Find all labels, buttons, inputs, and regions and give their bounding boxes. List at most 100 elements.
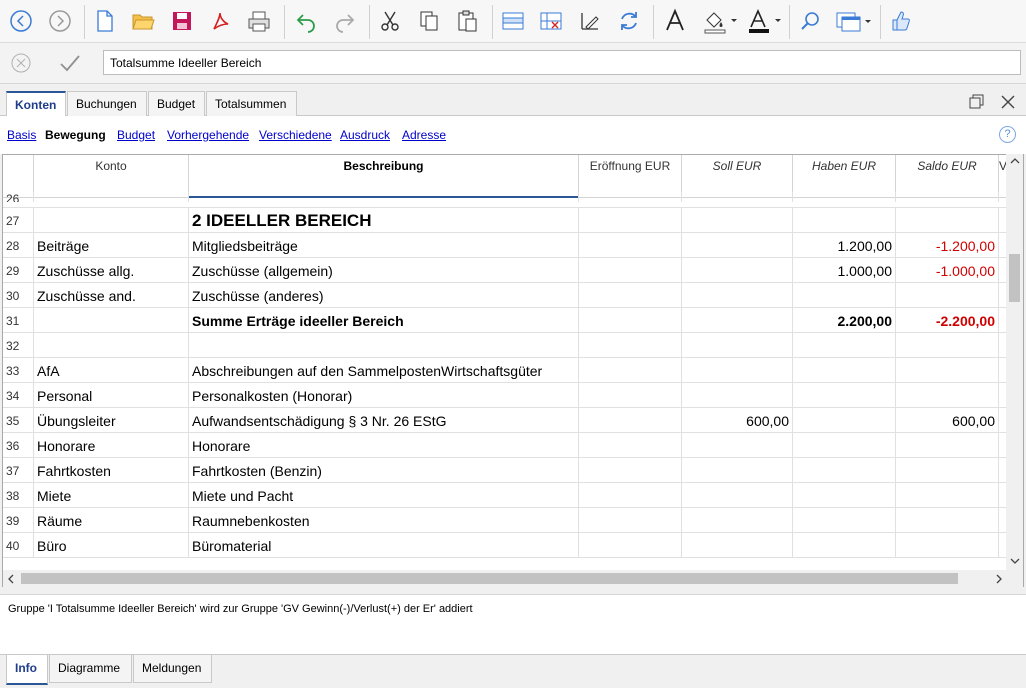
- cell-saldo[interactable]: [896, 333, 999, 358]
- cell-haben[interactable]: [793, 508, 896, 533]
- horizontal-scroll-thumb[interactable]: [21, 573, 958, 584]
- cell-soll[interactable]: [682, 483, 793, 508]
- text-color-icon[interactable]: [744, 6, 784, 36]
- cell-edit-input[interactable]: Totalsumme Ideeller Bereich: [103, 50, 1021, 75]
- cell-beschreibung[interactable]: Raumnebenkosten: [189, 508, 579, 533]
- pdf-icon[interactable]: [205, 6, 235, 36]
- table-row[interactable]: 34 Personal Personalkosten (Honorar): [3, 383, 1007, 408]
- cell-beschreibung[interactable]: [189, 333, 579, 358]
- cell-haben[interactable]: 1.200,00: [793, 233, 896, 258]
- cell-eroeffnung[interactable]: [579, 508, 682, 533]
- cell-soll[interactable]: [682, 533, 793, 558]
- cell-beschreibung[interactable]: Summe Erträge ideeller Bereich: [189, 308, 579, 333]
- view-budget[interactable]: Budget: [117, 128, 155, 142]
- table-row[interactable]: 27 2 IDEELLER BEREICH: [3, 208, 1007, 233]
- search-icon[interactable]: [795, 6, 825, 36]
- fill-color-icon[interactable]: [700, 6, 740, 36]
- cell-beschreibung[interactable]: 2 IDEELLER BEREICH: [189, 208, 579, 233]
- save-icon[interactable]: [167, 6, 197, 36]
- back-icon[interactable]: [6, 6, 36, 36]
- table-row[interactable]: 37 Fahrtkosten Fahrtkosten (Benzin): [3, 458, 1007, 483]
- cancel-edit-icon[interactable]: [10, 52, 32, 77]
- cell-beschreibung[interactable]: Zuschüsse (anderes): [189, 283, 579, 308]
- cell-beschreibung[interactable]: Aufwandsentschädigung § 3 Nr. 26 EStG: [189, 408, 579, 433]
- cell-haben[interactable]: [793, 408, 896, 433]
- cell-saldo[interactable]: -1.000,00: [896, 258, 999, 283]
- view-vorhergehende[interactable]: Vorhergehende: [167, 128, 249, 142]
- tab-konten[interactable]: Konten: [6, 91, 66, 117]
- cell-eroeffnung[interactable]: [579, 233, 682, 258]
- cell-konto[interactable]: Beiträge: [34, 233, 189, 258]
- cell-eroeffnung[interactable]: [579, 208, 682, 233]
- window-icon[interactable]: [834, 6, 874, 36]
- undo-icon[interactable]: [291, 6, 321, 36]
- tab-diagramme[interactable]: Diagramme: [49, 655, 132, 683]
- cell-saldo[interactable]: [896, 508, 999, 533]
- cell-eroeffnung[interactable]: [579, 533, 682, 558]
- cell-eroeffnung[interactable]: [579, 358, 682, 383]
- cell-soll[interactable]: [682, 358, 793, 383]
- table-row[interactable]: 28 Beiträge Mitgliedsbeiträge 1.200,00 -1.20…: [3, 233, 1007, 258]
- cell-konto[interactable]: AfA: [34, 358, 189, 383]
- cell-konto[interactable]: [34, 308, 189, 333]
- cell-konto[interactable]: [34, 333, 189, 358]
- edit-icon[interactable]: [575, 6, 605, 36]
- cell-saldo[interactable]: [896, 433, 999, 458]
- table-row[interactable]: 39 Räume Raumnebenkosten: [3, 508, 1007, 533]
- cell-eroeffnung[interactable]: [579, 333, 682, 358]
- cell-konto[interactable]: [34, 208, 189, 233]
- cell-konto[interactable]: Personal: [34, 383, 189, 408]
- cell-beschreibung[interactable]: Honorare: [189, 433, 579, 458]
- cell-saldo[interactable]: [896, 483, 999, 508]
- cell-konto[interactable]: Zuschüsse allg.: [34, 258, 189, 283]
- copy-icon[interactable]: [414, 6, 444, 36]
- table-row[interactable]: 26: [3, 192, 1007, 208]
- table-row[interactable]: 29 Zuschüsse allg. Zuschüsse (allgemein) 1.…: [3, 258, 1007, 283]
- cell-saldo[interactable]: -2.200,00: [896, 308, 999, 333]
- cell-haben[interactable]: [793, 433, 896, 458]
- view-ausdruck[interactable]: Ausdruck: [340, 128, 390, 142]
- paste-icon[interactable]: [452, 6, 482, 36]
- cell-soll[interactable]: [682, 308, 793, 333]
- table-row[interactable]: 31 Summe Erträge ideeller Bereich 2.200,00…: [3, 308, 1007, 333]
- cell-eroeffnung[interactable]: [579, 283, 682, 308]
- cell-haben[interactable]: [793, 358, 896, 383]
- cell-haben[interactable]: [793, 208, 896, 233]
- thumbs-up-icon[interactable]: [886, 6, 916, 36]
- cell-soll[interactable]: [682, 333, 793, 358]
- insert-row-icon[interactable]: [498, 6, 528, 36]
- cell-haben[interactable]: 2.200,00: [793, 308, 896, 333]
- cell-konto[interactable]: Übungsleiter: [34, 408, 189, 433]
- cell-saldo[interactable]: [896, 283, 999, 308]
- confirm-edit-icon[interactable]: [58, 52, 82, 77]
- cell-soll[interactable]: [682, 233, 793, 258]
- cell-haben[interactable]: [793, 192, 896, 202]
- cell-eroeffnung[interactable]: [579, 483, 682, 508]
- cell-saldo[interactable]: -1.200,00: [896, 233, 999, 258]
- cell-konto[interactable]: Honorare: [34, 433, 189, 458]
- cell-konto[interactable]: [34, 192, 189, 202]
- redo-icon[interactable]: [330, 6, 360, 36]
- cell-eroeffnung[interactable]: [579, 458, 682, 483]
- cell-beschreibung[interactable]: [189, 192, 579, 202]
- cell-beschreibung[interactable]: Abschreibungen auf den SammelpostenWirts…: [189, 358, 579, 383]
- table-row[interactable]: 36 Honorare Honorare: [3, 433, 1007, 458]
- cell-eroeffnung[interactable]: [579, 383, 682, 408]
- font-icon[interactable]: [660, 6, 690, 36]
- cell-soll[interactable]: [682, 458, 793, 483]
- cell-haben[interactable]: [793, 383, 896, 408]
- tab-info[interactable]: Info: [6, 655, 48, 685]
- tab-budget[interactable]: Budget: [148, 91, 205, 116]
- cell-haben[interactable]: [793, 458, 896, 483]
- horizontal-scrollbar[interactable]: [3, 570, 1023, 587]
- cell-konto[interactable]: Fahrtkosten: [34, 458, 189, 483]
- cell-beschreibung[interactable]: Fahrtkosten (Benzin): [189, 458, 579, 483]
- forward-icon[interactable]: [45, 6, 75, 36]
- open-folder-icon[interactable]: [128, 6, 158, 36]
- view-verschiedene[interactable]: Verschiedene: [259, 128, 332, 142]
- view-bewegung[interactable]: Bewegung: [45, 128, 106, 142]
- cell-eroeffnung[interactable]: [579, 258, 682, 283]
- cell-haben[interactable]: 1.000,00: [793, 258, 896, 283]
- cell-konto[interactable]: Zuschüsse and.: [34, 283, 189, 308]
- cell-haben[interactable]: [793, 483, 896, 508]
